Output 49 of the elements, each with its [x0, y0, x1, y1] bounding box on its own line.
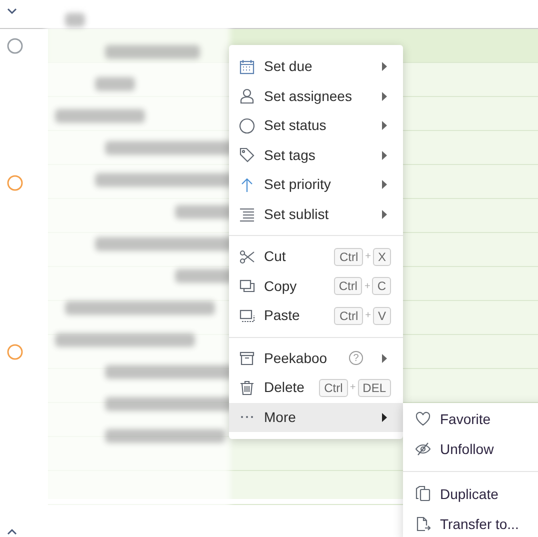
key-label: V — [372, 306, 391, 325]
menu-item[interactable]: Favorite — [403, 404, 538, 434]
key-label: Ctrl — [334, 277, 362, 296]
chevron-icon[interactable] — [7, 528, 17, 535]
plus-sign: + — [365, 250, 371, 264]
paste-icon — [239, 308, 255, 324]
key-label: DEL — [358, 378, 391, 397]
calendar-icon — [239, 58, 255, 75]
menu-item[interactable]: Cut Ctrl + X — [229, 242, 403, 272]
key-label: X — [372, 248, 391, 266]
trash-icon — [239, 380, 255, 396]
menu-item[interactable]: Paste Ctrl + V — [229, 301, 403, 330]
menu-item[interactable]: Set sublist — [229, 200, 403, 229]
status-circle-icon[interactable] — [7, 175, 23, 191]
chevron-icon[interactable] — [7, 8, 17, 15]
circle-icon — [239, 118, 255, 134]
archive-box-icon — [239, 350, 255, 366]
menu-item[interactable]: Unfollow — [403, 434, 538, 464]
eye-slash-icon — [415, 441, 431, 457]
menu-item[interactable]: More — [229, 402, 403, 432]
tag-icon — [239, 147, 255, 164]
menu-item[interactable]: Set status — [229, 111, 403, 140]
person-icon — [239, 88, 255, 104]
heart-icon — [415, 411, 431, 427]
key-label: Ctrl — [334, 248, 364, 266]
menu-item[interactable]: Set assignees — [229, 82, 403, 111]
lines-icon — [239, 206, 255, 222]
status-circle-icon[interactable] — [7, 38, 23, 54]
key-label: Ctrl — [319, 378, 348, 397]
plus-sign: + — [350, 381, 356, 396]
key-label: Ctrl — [334, 306, 364, 325]
dots-icon — [240, 415, 254, 420]
menu-item[interactable]: Set priority — [229, 170, 403, 200]
menu-item[interactable]: Set due — [229, 52, 403, 82]
menu-item[interactable]: Set tags — [229, 140, 403, 170]
scissors-icon — [239, 248, 255, 265]
menu-item[interactable]: Duplicate — [403, 479, 538, 509]
plus-sign: + — [365, 309, 371, 324]
menu-item[interactable]: Delete Ctrl + DEL — [229, 373, 403, 402]
arrow-up-icon — [239, 176, 255, 193]
menu-item[interactable]: Peekaboo ? — [229, 344, 403, 373]
key-label: C — [372, 277, 391, 296]
menu-item[interactable]: Copy Ctrl + C — [229, 272, 403, 301]
file-arrow-icon — [415, 516, 431, 532]
plus-sign: + — [364, 280, 370, 294]
menu-item[interactable]: Transfer to... — [403, 509, 538, 537]
status-circle-icon[interactable] — [7, 344, 23, 360]
duplicate-icon — [415, 486, 431, 502]
copy-icon — [239, 278, 255, 294]
